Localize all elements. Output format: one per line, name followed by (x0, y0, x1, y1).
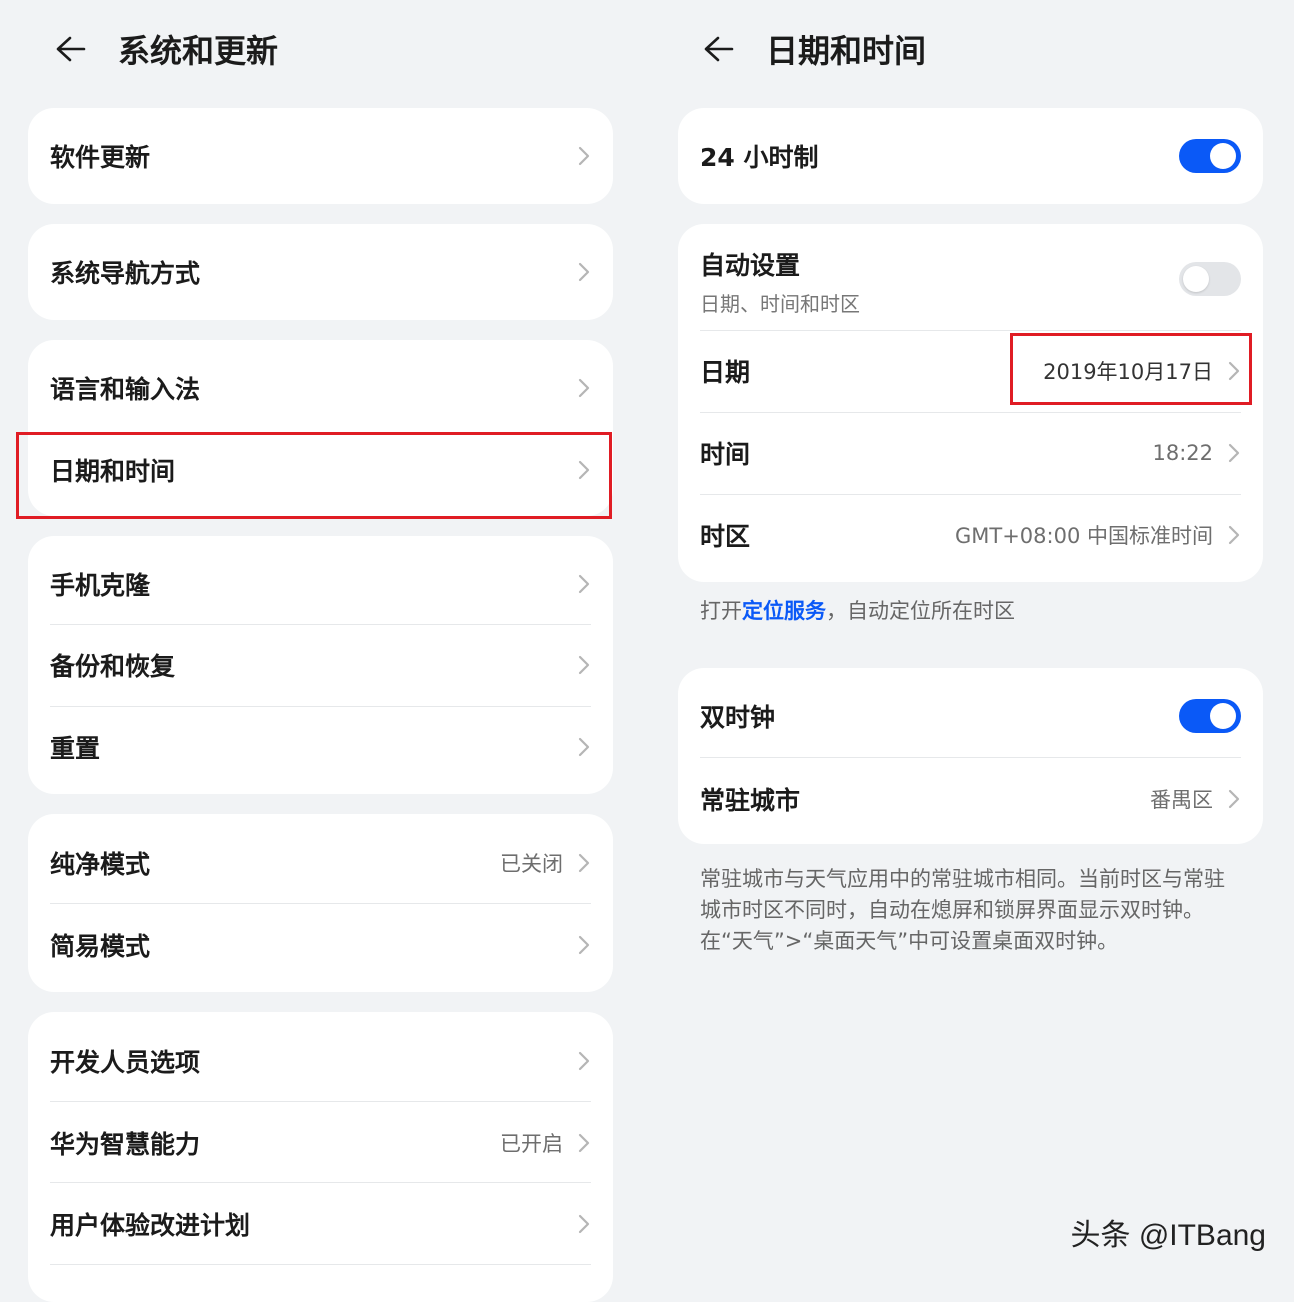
chevron-right-icon (577, 1050, 591, 1072)
chevron-right-icon (1227, 360, 1241, 382)
chevron-right-icon (577, 736, 591, 758)
location-service-link[interactable]: 定位服务 (742, 599, 826, 623)
ux-plan-item[interactable]: 用户体验改进计划 (28, 1183, 613, 1265)
dual-clock-toggle[interactable] (1179, 699, 1241, 733)
clone-backup-reset-card: 手机克隆 备份和恢复 重置 (28, 536, 613, 794)
item-label: 系统导航方式 (50, 259, 201, 288)
system-update-screen: 系统和更新 软件更新 系统导航方式 语言和输入法 日期和时间 手机克隆 备份和恢… (0, 0, 645, 1302)
chevron-right-icon (1227, 524, 1241, 546)
item-label: 双时钟 (700, 703, 776, 732)
item-label: 重置 (50, 734, 101, 763)
note-suffix: ，自动定位所在时区 (826, 599, 1015, 623)
chevron-right-icon (577, 654, 591, 676)
software-update-item[interactable]: 软件更新 (28, 108, 613, 204)
toggle-knob (1183, 266, 1209, 292)
hour24-item: 24 小时制 (678, 108, 1263, 204)
item-label: 日期 (700, 358, 751, 387)
watermark: 头条 @ITBang (1070, 1219, 1266, 1252)
chevron-right-icon (577, 934, 591, 956)
pure-mode-item[interactable]: 纯净模式 已关闭 (28, 822, 613, 904)
page-title: 日期和时间 (766, 32, 927, 70)
chevron-right-icon (1227, 442, 1241, 464)
software-update-card: 软件更新 (28, 108, 613, 204)
backup-item[interactable]: 备份和恢复 (28, 625, 613, 705)
navigation-item[interactable]: 系统导航方式 (28, 224, 613, 320)
back-arrow-icon[interactable] (698, 31, 734, 67)
dual-clock-card: 双时钟 常驻城市 番禺区 (678, 668, 1263, 844)
toggle-knob (1210, 703, 1236, 729)
item-label: 用户体验改进计划 (50, 1211, 251, 1240)
item-label: 软件更新 (50, 143, 151, 172)
timezone-item[interactable]: 时区 GMT+08:00 中国标准时间 (678, 495, 1263, 575)
chevron-right-icon (577, 459, 591, 481)
header: 系统和更新 (50, 24, 278, 74)
item-label: 语言和输入法 (50, 375, 201, 404)
header: 日期和时间 (698, 24, 926, 74)
developer-card: 开发人员选项 华为智慧能力 已开启 用户体验改进计划 (28, 1012, 613, 1302)
navigation-card: 系统导航方式 (28, 224, 613, 320)
language-datetime-card: 语言和输入法 日期和时间 (28, 340, 613, 516)
dual-clock-item: 双时钟 (678, 674, 1263, 758)
item-label: 简易模式 (50, 932, 151, 961)
item-label: 纯净模式 (50, 850, 151, 879)
note-prefix: 打开 (700, 599, 742, 623)
item-label: 开发人员选项 (50, 1048, 201, 1077)
dual-clock-note: 常驻城市与天气应用中的常驻城市相同。当前时区与常驻城市时区不同时，自动在熄屏和锁… (700, 867, 1225, 953)
auto-set-toggle[interactable] (1179, 262, 1241, 296)
item-sublabel: 日期、时间和时区 (700, 292, 860, 316)
item-label: 自动设置 (700, 251, 801, 280)
divider (50, 1264, 591, 1265)
date-item[interactable]: 日期 2019年10月17日 (678, 331, 1263, 411)
hour24-card: 24 小时制 (678, 108, 1263, 204)
auto-settings-card: 自动设置 日期、时间和时区 日期 2019年10月17日 时间 18:22 时区… (678, 224, 1263, 582)
item-value: 18:22 (1152, 441, 1213, 465)
home-city-item[interactable]: 常驻城市 番禺区 (678, 758, 1263, 840)
item-label: 常驻城市 (700, 786, 801, 815)
huawei-ai-item[interactable]: 华为智慧能力 已开启 (28, 1102, 613, 1184)
item-value: GMT+08:00 中国标准时间 (954, 524, 1213, 548)
chevron-right-icon (577, 1213, 591, 1235)
hour24-toggle[interactable] (1179, 139, 1241, 173)
toggle-knob (1210, 143, 1236, 169)
language-item[interactable]: 语言和输入法 (28, 346, 613, 430)
item-value: 已开启 (500, 1132, 563, 1156)
item-label: 手机克隆 (50, 571, 151, 600)
item-label: 时区 (700, 522, 751, 551)
back-arrow-icon[interactable] (50, 31, 86, 67)
item-label: 日期和时间 (50, 457, 176, 486)
phone-clone-item[interactable]: 手机克隆 (28, 544, 613, 624)
chevron-right-icon (577, 261, 591, 283)
chevron-right-icon (577, 145, 591, 167)
developer-item[interactable]: 开发人员选项 (28, 1020, 613, 1102)
chevron-right-icon (577, 377, 591, 399)
item-value: 已关闭 (500, 852, 563, 876)
chevron-right-icon (577, 1132, 591, 1154)
date-time-screen: 日期和时间 24 小时制 自动设置 日期、时间和时区 日期 2019年10月17… (648, 0, 1294, 1280)
item-label: 华为智慧能力 (50, 1130, 201, 1159)
item-label: 24 小时制 (700, 143, 819, 172)
location-note: 打开定位服务，自动定位所在时区 (700, 596, 1260, 627)
page-title: 系统和更新 (118, 32, 279, 70)
chevron-right-icon (577, 852, 591, 874)
time-item[interactable]: 时间 18:22 (678, 413, 1263, 493)
auto-set-item: 自动设置 日期、时间和时区 (678, 224, 1263, 330)
item-label: 备份和恢复 (50, 652, 176, 681)
modes-card: 纯净模式 已关闭 简易模式 (28, 814, 613, 992)
chevron-right-icon (577, 573, 591, 595)
simple-mode-item[interactable]: 简易模式 (28, 904, 613, 986)
reset-item[interactable]: 重置 (28, 707, 613, 787)
item-label: 时间 (700, 440, 751, 469)
chevron-right-icon (1227, 788, 1241, 810)
item-value: 番禺区 (1150, 788, 1213, 812)
date-time-item[interactable]: 日期和时间 (28, 428, 613, 512)
item-value: 2019年10月17日 (1043, 360, 1213, 384)
